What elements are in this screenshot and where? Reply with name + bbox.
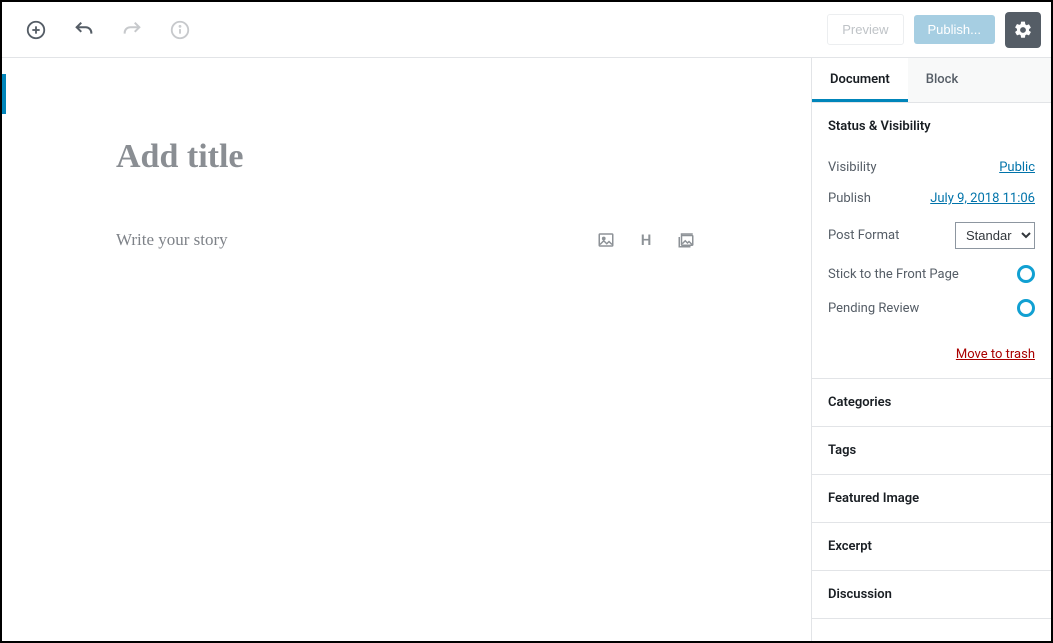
pending-review-toggle[interactable] (1017, 299, 1035, 317)
top-toolbar: Preview Publish... (2, 2, 1051, 58)
visibility-value-link[interactable]: Public (999, 160, 1035, 175)
row-pending-review: Pending Review (828, 291, 1035, 325)
toolbar-left-group (18, 12, 198, 48)
sidebar-panels: Status & Visibility Visibility Public Pu… (812, 103, 1051, 641)
panel-excerpt[interactable]: Excerpt (812, 523, 1051, 571)
panel-discussion[interactable]: Discussion (812, 571, 1051, 619)
gear-icon (1013, 20, 1033, 40)
post-format-select[interactable]: Standard (955, 222, 1035, 249)
toolbar-right-group: Preview Publish... (827, 12, 1041, 48)
post-title-input[interactable] (116, 138, 676, 176)
row-stick-front: Stick to the Front Page (828, 257, 1035, 291)
settings-toggle-button[interactable] (1005, 12, 1041, 48)
publish-date-link[interactable]: July 9, 2018 11:06 (930, 191, 1035, 206)
info-button[interactable] (162, 12, 198, 48)
post-body-input[interactable] (116, 230, 596, 250)
post-format-label: Post Format (828, 228, 899, 243)
panel-status-visibility: Status & Visibility Visibility Public Pu… (812, 103, 1051, 379)
block-shortcuts: H (596, 230, 696, 250)
row-publish: Publish July 9, 2018 11:06 (828, 183, 1035, 214)
panel-categories[interactable]: Categories (812, 379, 1051, 427)
stick-front-label: Stick to the Front Page (828, 267, 959, 282)
panel-tags[interactable]: Tags (812, 427, 1051, 475)
move-to-trash-link[interactable]: Move to trash (956, 347, 1035, 362)
row-post-format: Post Format Standard (828, 214, 1035, 257)
editor-canvas: H (2, 58, 811, 641)
row-visibility: Visibility Public (828, 152, 1035, 183)
sidebar-tabs: Document Block (812, 58, 1051, 103)
row-trash: Move to trash (828, 325, 1035, 362)
main-area: H Document Block Status & Visibility Vis… (2, 58, 1051, 641)
gallery-block-icon[interactable] (676, 230, 696, 250)
add-block-button[interactable] (18, 12, 54, 48)
settings-sidebar: Document Block Status & Visibility Visib… (811, 58, 1051, 641)
visibility-label: Visibility (828, 160, 877, 175)
preview-button[interactable]: Preview (827, 14, 903, 45)
tab-block[interactable]: Block (908, 58, 976, 102)
pending-review-label: Pending Review (828, 301, 919, 316)
redo-button[interactable] (114, 12, 150, 48)
image-block-icon[interactable] (596, 230, 616, 250)
tab-document[interactable]: Document (812, 58, 908, 102)
publish-label: Publish (828, 191, 871, 206)
heading-block-icon[interactable]: H (636, 230, 656, 250)
panel-featured-image[interactable]: Featured Image (812, 475, 1051, 523)
undo-button[interactable] (66, 12, 102, 48)
stick-front-toggle[interactable] (1017, 265, 1035, 283)
publish-button[interactable]: Publish... (914, 15, 995, 44)
body-row: H (116, 230, 696, 250)
panel-heading-status: Status & Visibility (828, 119, 1035, 134)
